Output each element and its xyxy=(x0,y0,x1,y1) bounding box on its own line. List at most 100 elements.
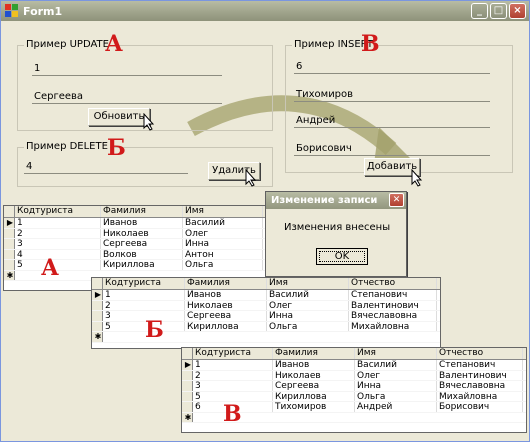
table-cell[interactable]: Ольга xyxy=(267,321,349,331)
column-header[interactable]: Имя xyxy=(267,278,349,289)
table-cell[interactable]: Тихомиров xyxy=(273,402,355,412)
table-cell[interactable]: 1 xyxy=(193,360,273,370)
table-cell[interactable]: 3 xyxy=(193,381,273,391)
table-cell[interactable]: 3 xyxy=(103,311,185,321)
table-cell[interactable]: Василий xyxy=(183,218,263,228)
grid-header: Кодтуриста Фамилия Имя xyxy=(4,206,266,218)
close-button[interactable]: × xyxy=(509,3,526,19)
table-cell[interactable]: Олег xyxy=(267,300,349,310)
column-header[interactable]: Кодтуриста xyxy=(103,278,185,289)
dialog-ok-button[interactable]: OK xyxy=(316,248,368,265)
table-cell[interactable]: Вячеславовна xyxy=(437,381,523,391)
dialog-message: Изменения внесены xyxy=(284,222,391,233)
table-cell[interactable]: Сергеева xyxy=(101,239,183,249)
table-row[interactable]: 2 Николаев Олег Валентинович xyxy=(92,300,440,311)
table-cell[interactable]: Михайловна xyxy=(437,391,523,401)
table-cell[interactable]: Олег xyxy=(183,228,263,238)
table-row[interactable]: ▶ 1 Иванов Василий xyxy=(4,218,266,229)
table-cell[interactable]: Инна xyxy=(355,381,437,391)
table-cell[interactable]: 2 xyxy=(15,228,101,238)
grid-b[interactable]: Кодтуриста Фамилия Имя Отчество ▶ 1 Иван… xyxy=(91,277,441,349)
insert-patronymic-field[interactable]: Борисович xyxy=(294,142,490,156)
column-header[interactable]: Имя xyxy=(183,206,263,217)
table-cell[interactable]: 5 xyxy=(103,321,185,331)
grid-b-letter: Б xyxy=(145,317,164,343)
column-header[interactable]: Фамилия xyxy=(101,206,183,217)
table-cell[interactable]: Николаев xyxy=(273,370,355,380)
table-cell[interactable]: Василий xyxy=(355,360,437,370)
table-cell[interactable]: 2 xyxy=(193,370,273,380)
table-cell[interactable]: Антон xyxy=(183,249,263,259)
insert-letter: В xyxy=(361,31,380,57)
table-cell[interactable]: Инна xyxy=(183,239,263,249)
table-cell[interactable]: Валентинович xyxy=(349,300,437,310)
table-cell[interactable]: Сергеева xyxy=(185,311,267,321)
table-cell[interactable]: Степанович xyxy=(349,290,437,300)
new-row-icon: ✱ xyxy=(92,332,103,342)
update-lastname-field[interactable]: Сергеева xyxy=(32,90,222,104)
table-cell[interactable]: Борисович xyxy=(437,402,523,412)
table-cell[interactable]: Сергеева xyxy=(273,381,355,391)
column-header[interactable]: Отчество xyxy=(437,348,523,359)
insert-group: Пример INSERT 6 Тихомиров Андрей Борисов… xyxy=(285,39,513,176)
table-cell[interactable]: Кириллова xyxy=(273,391,355,401)
table-cell[interactable]: Инна xyxy=(267,311,349,321)
table-cell[interactable]: Николаев xyxy=(185,300,267,310)
column-header[interactable]: Отчество xyxy=(349,278,437,289)
maximize-button[interactable]: □ xyxy=(490,3,507,19)
insert-firstname-field[interactable]: Андрей xyxy=(294,114,490,128)
column-header[interactable]: Кодтуриста xyxy=(193,348,273,359)
table-cell[interactable]: Николаев xyxy=(101,228,183,238)
insert-id-field[interactable]: 6 xyxy=(294,60,490,74)
table-cell[interactable]: 3 xyxy=(15,239,101,249)
table-cell[interactable]: Иванов xyxy=(273,360,355,370)
insert-lastname-field[interactable]: Тихомиров xyxy=(294,88,490,102)
table-cell[interactable]: Иванов xyxy=(101,218,183,228)
grid-c-letter: В xyxy=(223,401,242,427)
title-bar[interactable]: Form1 _ □ × xyxy=(1,1,529,21)
delete-id-field[interactable]: 4 xyxy=(24,160,188,174)
column-header[interactable]: Фамилия xyxy=(185,278,267,289)
table-cell[interactable]: Кириллова xyxy=(101,260,183,270)
minimize-button[interactable]: _ xyxy=(471,3,488,19)
delete-group-label: Пример DELETE xyxy=(24,141,110,152)
update-button[interactable]: Обновить xyxy=(88,108,150,126)
table-cell[interactable]: Иванов xyxy=(185,290,267,300)
table-cell[interactable]: Степанович xyxy=(437,360,523,370)
table-cell[interactable]: Ольга xyxy=(355,391,437,401)
column-header[interactable]: Фамилия xyxy=(273,348,355,359)
column-header[interactable]: Имя xyxy=(355,348,437,359)
delete-letter: Б xyxy=(107,135,126,161)
update-letter: А xyxy=(105,31,123,57)
table-cell[interactable]: Кириллова xyxy=(185,321,267,331)
table-row[interactable]: ▶ 1 Иванов Василий Степанович xyxy=(92,290,440,301)
update-id-field[interactable]: 1 xyxy=(32,62,222,76)
column-header[interactable]: Кодтуриста xyxy=(15,206,101,217)
table-cell[interactable]: 5 xyxy=(193,391,273,401)
table-cell[interactable]: 1 xyxy=(103,290,185,300)
grid-header: Кодтуриста Фамилия Имя Отчество xyxy=(182,348,526,360)
dialog-close-icon[interactable]: ✕ xyxy=(389,193,404,207)
table-cell[interactable]: Олег xyxy=(355,370,437,380)
dialog-title-bar[interactable]: Изменение записи ✕ xyxy=(266,192,406,209)
table-row[interactable]: ▶ 1 Иванов Василий Степанович xyxy=(182,360,526,371)
grid-header: Кодтуриста Фамилия Имя Отчество xyxy=(92,278,440,290)
table-cell[interactable]: 2 xyxy=(103,300,185,310)
row-pointer-icon: ▶ xyxy=(4,218,15,228)
table-cell[interactable]: Волков xyxy=(101,249,183,259)
table-cell[interactable]: Василий xyxy=(267,290,349,300)
main-window: Form1 _ □ × Пример UPDATE 1 Сергеева Обн… xyxy=(0,0,530,442)
table-cell[interactable]: Андрей xyxy=(355,402,437,412)
message-dialog: Изменение записи ✕ Изменения внесены OK xyxy=(265,191,407,277)
row-pointer-icon: ▶ xyxy=(182,360,193,370)
table-row[interactable]: 3 Сергеева Инна xyxy=(4,239,266,250)
grid-a-letter: А xyxy=(41,255,59,281)
table-cell[interactable]: Вячеславовна xyxy=(349,311,437,321)
table-row[interactable]: 2 Николаев Олег xyxy=(4,228,266,239)
table-row[interactable]: 3 Сергеева Инна Вячеславовна xyxy=(182,381,526,392)
table-cell[interactable]: Валентинович xyxy=(437,370,523,380)
table-cell[interactable]: Михайловна xyxy=(349,321,437,331)
table-cell[interactable]: Ольга xyxy=(183,260,263,270)
table-cell[interactable]: 1 xyxy=(15,218,101,228)
table-row[interactable]: 2 Николаев Олег Валентинович xyxy=(182,370,526,381)
